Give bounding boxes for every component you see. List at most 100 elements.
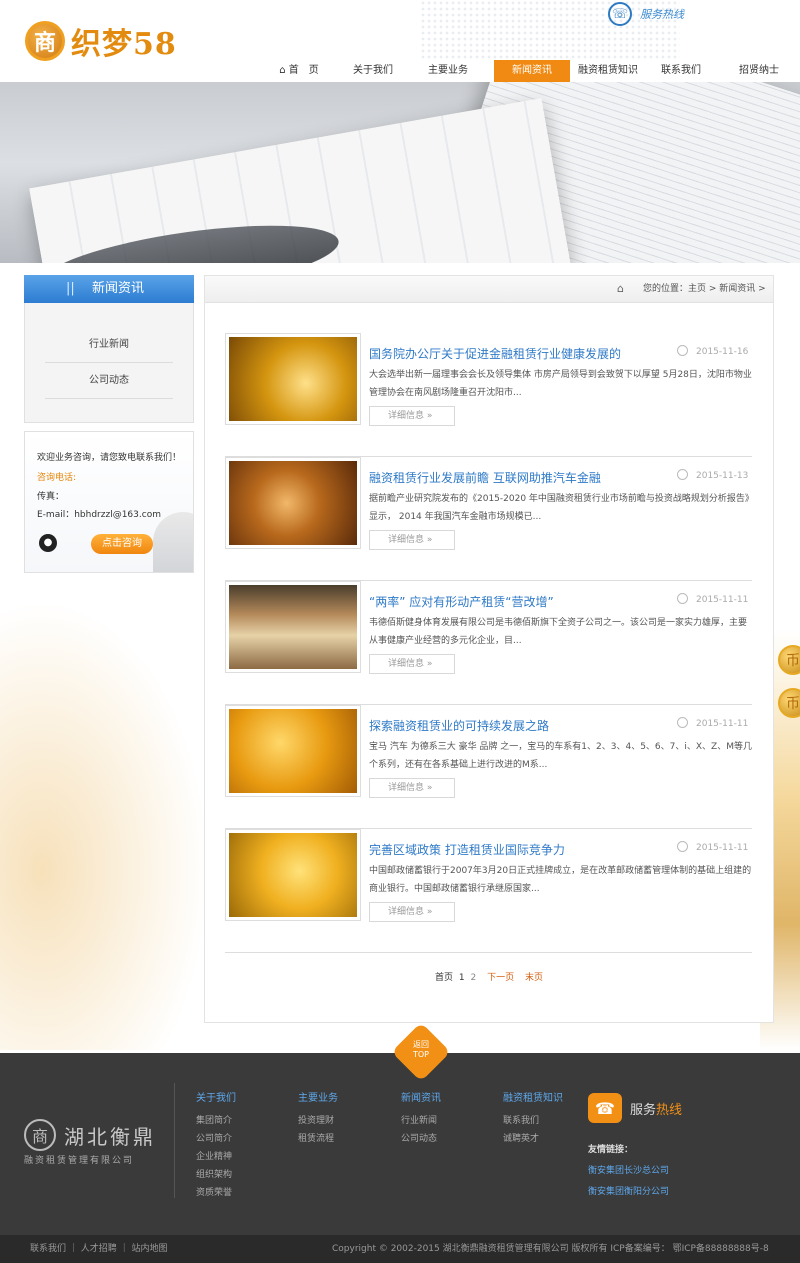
news-summary: 大会选举出新一届理事会会长及领导集体 市房产局领导到会致贺下以厚望 5月28日，… (369, 370, 752, 398)
nav-item-knowledge[interactable]: 融资租赁知识 (570, 60, 646, 82)
qq-icon[interactable]: ● (39, 534, 57, 552)
site-footer: 商 湖北衡鼎 融资租赁管理有限公司 关于我们 集团简介 公司简介 企业精神 组织… (0, 1053, 800, 1235)
contact-box: 欢迎业务咨询，请您致电联系我们！ 咨询电话: 传真： E-mail：hbhdrz… (24, 431, 194, 573)
double-chevron-right-icon: » (426, 783, 433, 793)
bottom-bar: 联系我们 ｜ 人才招聘 ｜ 站内地图 Copyright © 2002-2015… (0, 1235, 800, 1263)
news-thumbnail[interactable] (225, 581, 361, 673)
news-summary: 中国邮政储蓄银行于2007年3月20日正式挂牌成立，是在改革邮政储蓄管理体制的基… (369, 866, 752, 894)
footer-link[interactable]: 投资理财 (298, 1112, 338, 1130)
footer-link[interactable]: 公司简介 (196, 1130, 236, 1148)
news-date: 2015-11-11 (677, 593, 748, 605)
sidebar-item-company-news[interactable]: 公司动态 (45, 363, 173, 399)
news-more-button[interactable]: 详细信息 » (369, 778, 455, 798)
nav-item-about[interactable]: 关于我们 (338, 60, 408, 82)
footer-link[interactable]: 资质荣誉 (196, 1184, 236, 1202)
contact-phone-label: 咨询电话: (37, 473, 77, 483)
news-thumbnail[interactable] (225, 705, 361, 797)
news-date: 2015-11-11 (677, 841, 748, 853)
footer-link[interactable]: 集团简介 (196, 1112, 236, 1130)
news-thumbnail[interactable] (225, 333, 361, 425)
back-to-top-label[interactable]: 返回 TOP (400, 1040, 442, 1060)
logo-seal-icon: 商 (25, 21, 65, 61)
main-nav: ⌂ 首 页 关于我们 主要业务 新闻资讯 融资租赁知识 联系我们 招贤纳士 (260, 60, 800, 82)
news-item: 融资租赁行业发展前瞻 互联网助推汽车金融 2015-11-13 据前瞻产业研究院… (225, 457, 752, 581)
sidebar-menu: 行业新闻 公司动态 (24, 303, 194, 423)
news-thumbnail[interactable] (225, 457, 361, 549)
logo-seal-icon: 商 (24, 1119, 56, 1151)
news-title[interactable]: 完善区域政策 打造租赁业国际竞争力 (369, 841, 565, 858)
news-date: 2015-11-13 (677, 469, 748, 481)
news-summary: 宝马 汽车 为德系三大 豪华 品牌 之一，宝马的车系有1、2、3、4、5、6、7… (369, 742, 752, 770)
nav-item-business[interactable]: 主要业务 (408, 60, 488, 82)
site-logo[interactable]: 商 织梦58 (25, 20, 177, 62)
news-date: 2015-11-16 (677, 345, 748, 357)
nav-item-recruit[interactable]: 招贤纳士 (716, 60, 800, 82)
sidebar-title: || 新闻资讯 (24, 275, 194, 303)
double-chevron-right-icon: » (426, 411, 433, 421)
footer-link[interactable]: 行业新闻 (401, 1112, 441, 1130)
news-more-button[interactable]: 详细信息 » (369, 406, 455, 426)
news-list-panel: ⌂ 您的位置：主页 > 新闻资讯 > 国务院办公厅关于促进金融租赁行业健康发展的… (204, 275, 774, 1023)
hotline: ☏ 服务热线 (608, 2, 684, 26)
sidebar-item-industry-news[interactable]: 行业新闻 (45, 327, 173, 363)
home-icon[interactable]: ⌂ (617, 282, 624, 295)
footer-link[interactable]: 租赁流程 (298, 1130, 338, 1148)
double-chevron-right-icon: » (426, 659, 433, 669)
footer-column-about: 关于我们 集团简介 公司简介 企业精神 组织架构 资质荣誉 (196, 1089, 236, 1202)
pager-last[interactable]: 末页 (525, 973, 543, 983)
pagination: 首页 1 2 下一页 末页 (205, 970, 773, 983)
footer-hotline: ☎ 服务热线 (588, 1093, 682, 1123)
footer-link[interactable]: 组织架构 (196, 1166, 236, 1184)
footer-link[interactable]: 联系我们 (503, 1112, 563, 1130)
news-date: 2015-11-11 (677, 717, 748, 729)
news-title[interactable]: “两率” 应对有形动产租赁“营改增” (369, 593, 554, 610)
footer-column-knowledge: 融资租赁知识 联系我们 诚聘英才 (503, 1089, 563, 1148)
news-item: 国务院办公厅关于促进金融租赁行业健康发展的 2015-11-16 大会选举出新一… (225, 333, 752, 457)
breadcrumb-text: 您的位置：主页 > 新闻资讯 > (643, 284, 766, 294)
news-title[interactable]: 融资租赁行业发展前瞻 互联网助推汽车金融 (369, 469, 601, 486)
friend-link[interactable]: 衡安集团长沙总公司 (588, 1163, 669, 1176)
footer-logo: 商 湖北衡鼎 (24, 1119, 156, 1151)
contact-fax-label: 传真： (37, 492, 65, 502)
phone-icon: ☏ (608, 2, 632, 26)
footer-link[interactable]: 公司动态 (401, 1130, 441, 1148)
pager-first[interactable]: 首页 (435, 973, 453, 983)
site-header: 商 织梦58 ☏ 服务热线 ⌂ 首 页 关于我们 主要业务 新闻资讯 融资租赁知… (0, 0, 800, 82)
consult-button[interactable]: 点击咨询 (91, 534, 153, 554)
news-summary: 韦德佰斯健身体育发展有限公司是韦德佰斯旗下全资子公司之一。该公司是一家实力雄厚，… (369, 618, 748, 646)
friend-links-label: 友情链接： (588, 1145, 634, 1155)
nav-item-home[interactable]: ⌂ 首 页 (260, 60, 338, 82)
news-more-button[interactable]: 详细信息 » (369, 654, 455, 674)
pager-page-2[interactable]: 2 (470, 973, 476, 983)
pager-next[interactable]: 下一页 (487, 973, 514, 983)
pager-current: 1 (458, 973, 465, 983)
footer-link[interactable]: 诚聘英才 (503, 1130, 563, 1148)
friend-link[interactable]: 衡安集团衡阳分公司 (588, 1184, 669, 1197)
double-chevron-right-icon: » (426, 535, 433, 545)
clock-icon (677, 593, 688, 604)
breadcrumb: ⌂ 您的位置：主页 > 新闻资讯 > (205, 276, 773, 303)
customer-service-image (153, 512, 193, 572)
bottom-links[interactable]: 联系我们 ｜ 人才招聘 ｜ 站内地图 (30, 1235, 167, 1263)
footer-logo-subtitle: 融资租赁管理有限公司 (24, 1156, 135, 1166)
double-chevron-right-icon: » (426, 907, 433, 917)
clock-icon (677, 717, 688, 728)
footer-column-news: 新闻资讯 行业新闻 公司动态 (401, 1089, 441, 1148)
footer-link[interactable]: 企业精神 (196, 1148, 236, 1166)
background-decoration-left (0, 600, 210, 1050)
logo-text: 织梦58 (71, 27, 177, 62)
news-more-button[interactable]: 详细信息 » (369, 902, 455, 922)
contact-welcome: 欢迎业务咨询，请您致电联系我们！ (37, 453, 182, 463)
coin-icon: 币 (778, 645, 800, 675)
nav-item-news[interactable]: 新闻资讯 (494, 60, 570, 82)
copyright: Copyright © 2002-2015 湖北衡鼎融资租赁管理有限公司 版权所… (332, 1244, 769, 1254)
news-item: “两率” 应对有形动产租赁“营改增” 2015-11-11 韦德佰斯健身体育发展… (225, 581, 752, 705)
news-thumbnail[interactable] (225, 829, 361, 921)
news-summary: 据前瞻产业研究院发布的《2015-2020 年中国融资租赁行业市场前瞻与投资战略… (369, 494, 750, 522)
footer-column-business: 主要业务 投资理财 租赁流程 (298, 1089, 338, 1148)
news-more-button[interactable]: 详细信息 » (369, 530, 455, 550)
news-title[interactable]: 探索融资租赁业的可持续发展之路 (369, 717, 549, 734)
nav-item-contact[interactable]: 联系我们 (646, 60, 716, 82)
news-title[interactable]: 国务院办公厅关于促进金融租赁行业健康发展的 (369, 345, 621, 362)
news-item: 探索融资租赁业的可持续发展之路 2015-11-11 宝马 汽车 为德系三大 豪… (225, 705, 752, 829)
